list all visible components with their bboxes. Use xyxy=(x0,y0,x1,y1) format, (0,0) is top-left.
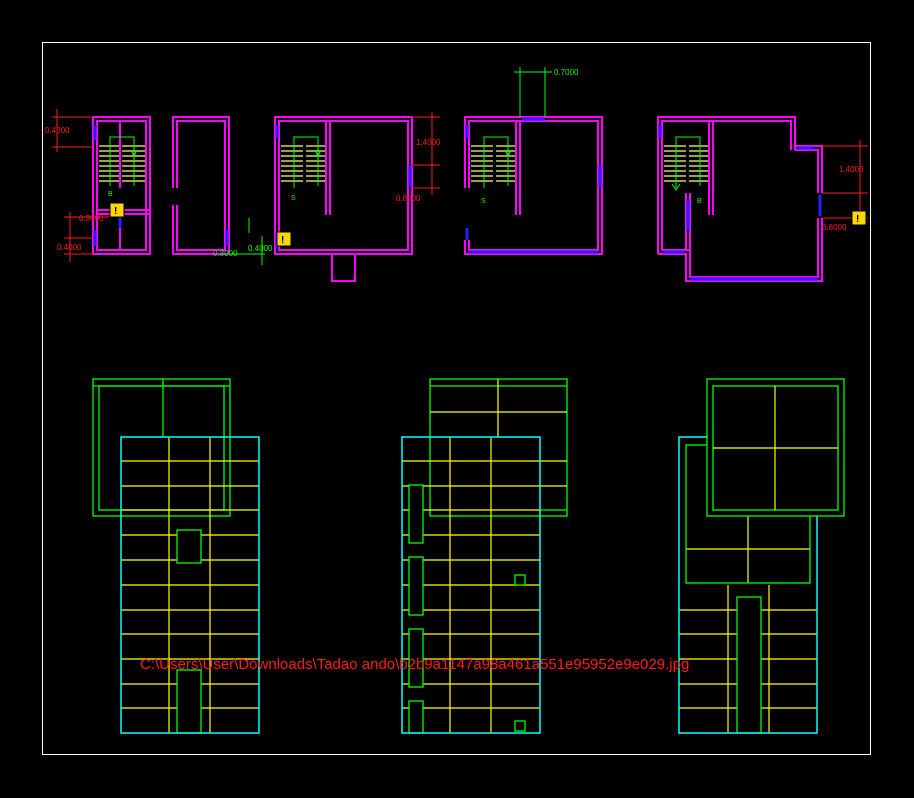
file-path-watermark: C:\Users\User\Downloads\Tadao ando\b2b9a… xyxy=(140,656,690,673)
drawing-frame xyxy=(42,42,871,755)
